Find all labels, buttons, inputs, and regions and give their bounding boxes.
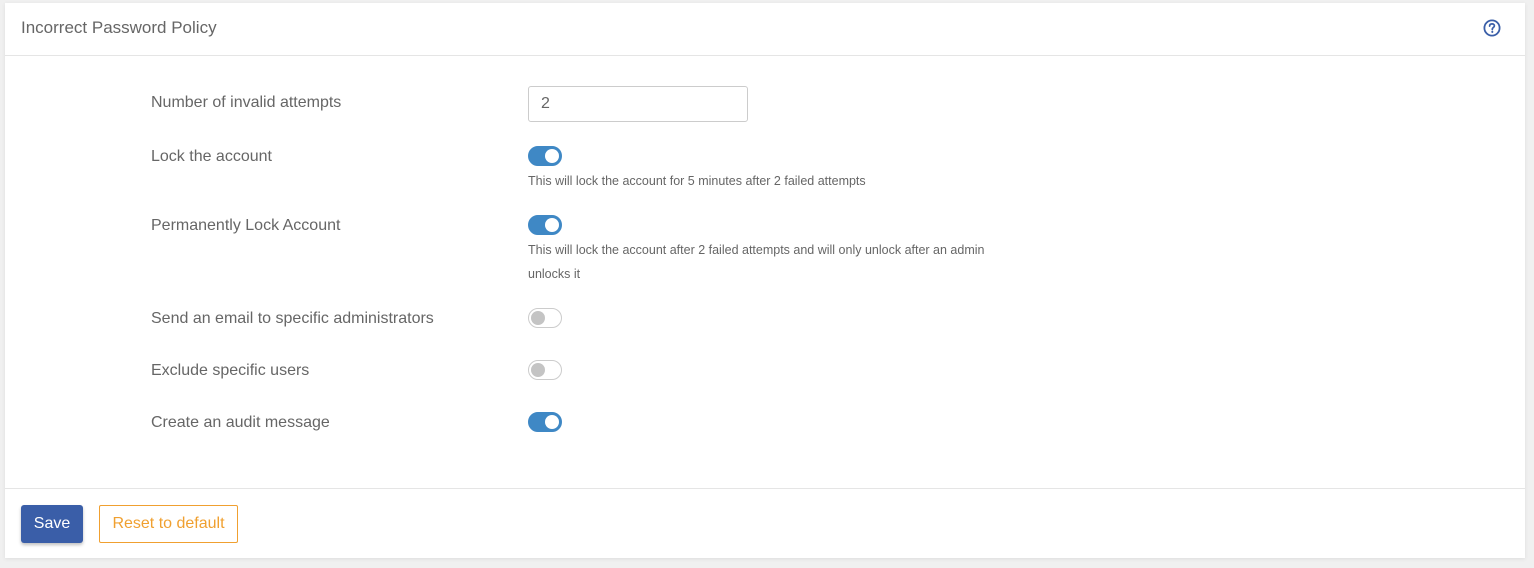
toggle-knob <box>531 311 545 325</box>
question-circle-icon[interactable] <box>1483 19 1501 37</box>
toggle-knob <box>531 363 545 377</box>
email-admins-toggle[interactable] <box>528 308 562 328</box>
invalid-attempts-label: Number of invalid attempts <box>151 94 342 111</box>
toggle-knob <box>545 149 559 163</box>
exclude-users-label: Exclude specific users <box>151 362 310 379</box>
lock-account-toggle[interactable] <box>528 146 562 166</box>
save-button[interactable]: Save <box>21 505 83 543</box>
panel-footer: Save Reset to default <box>5 488 1525 559</box>
permanent-lock-toggle[interactable] <box>528 215 562 235</box>
lock-account-help-text: This will lock the account for 5 minutes… <box>528 174 866 188</box>
audit-message-label: Create an audit message <box>151 414 330 431</box>
toggle-knob <box>545 218 559 232</box>
invalid-attempts-input[interactable] <box>528 86 748 122</box>
lock-account-label: Lock the account <box>151 148 272 165</box>
incorrect-password-policy-panel: Incorrect Password Policy Number of inva… <box>5 3 1525 558</box>
page-title: Incorrect Password Policy <box>21 18 217 37</box>
permanent-lock-label: Permanently Lock Account <box>151 217 341 234</box>
audit-message-toggle[interactable] <box>528 412 562 432</box>
exclude-users-toggle[interactable] <box>528 360 562 380</box>
toggle-knob <box>545 415 559 429</box>
permanent-lock-help-text-line2: unlocks it <box>528 267 581 281</box>
panel-header: Incorrect Password Policy <box>5 3 1525 56</box>
permanent-lock-help-text-line1: This will lock the account after 2 faile… <box>528 243 985 257</box>
email-admins-label: Send an email to specific administrators <box>151 310 434 327</box>
reset-to-default-button[interactable]: Reset to default <box>99 505 238 543</box>
